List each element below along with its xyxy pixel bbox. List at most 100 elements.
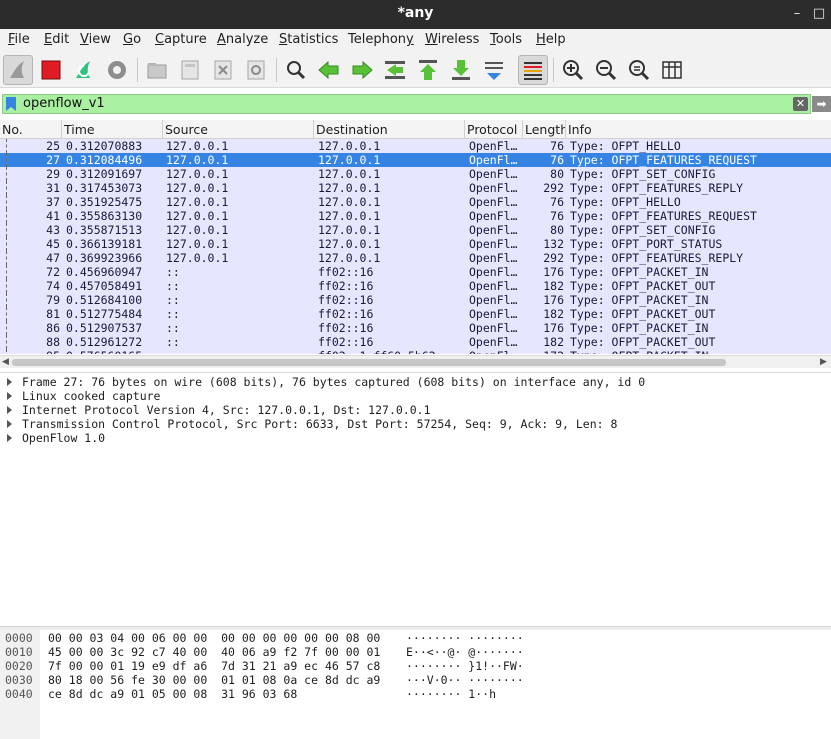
- column-header-destination[interactable]: Destination: [314, 120, 465, 139]
- save-file-icon[interactable]: [175, 55, 205, 85]
- minimize-button[interactable]: –: [787, 4, 807, 24]
- hex-dump-line[interactable]: 0020 7f 00 00 01 19 e9 df a6 7d 31 21 a9 …: [0, 659, 831, 673]
- table-row[interactable]: 95 0.576560165::ff02::1:ff60:5b62 OpenFl…1…: [0, 349, 831, 354]
- table-row[interactable]: 45 0.366139181 127.0.0.1 127.0.0.1 OpenFl… 13…: [0, 237, 831, 251]
- cell-destination: 127.0.0.1: [318, 223, 381, 237]
- scroll-right-icon[interactable]: ▶: [820, 356, 827, 368]
- colorize-icon[interactable]: [518, 55, 548, 85]
- cell-info: Type: OFPT_PACKET_IN: [570, 349, 830, 354]
- menu-view[interactable]: View: [80, 32, 111, 47]
- apply-filter-icon[interactable]: ➡: [812, 96, 831, 112]
- zoom-in-icon[interactable]: [558, 55, 588, 85]
- cell-source: 127.0.0.1: [166, 237, 229, 251]
- table-row[interactable]: 74 0.457058491:: ff02::16 OpenFl… 182 Type: O…: [0, 279, 831, 293]
- menu-edit[interactable]: Edit: [44, 32, 69, 47]
- resize-columns-icon[interactable]: [657, 55, 687, 85]
- hex-dump-line[interactable]: 0040 ce 8d dc a9 01 05 00 08 31 96 03 68 ·…: [0, 687, 831, 701]
- menu-file[interactable]: File: [8, 32, 30, 47]
- detail-tree-item[interactable]: OpenFlow 1.0: [0, 431, 831, 445]
- table-row[interactable]: 41 0.355863130 127.0.0.1 127.0.0.1 OpenFl… 76…: [0, 209, 831, 223]
- reload-file-icon[interactable]: [241, 55, 271, 85]
- cell-protocol: OpenFl…: [469, 349, 521, 354]
- packet-list-header: No. Time Source Destination Protocol Len…: [0, 120, 831, 139]
- window-title: *any: [397, 5, 434, 21]
- find-packet-icon[interactable]: [281, 55, 311, 85]
- table-row[interactable]: 37 0.351925475 127.0.0.1 127.0.0.1 OpenFl… 76…: [0, 195, 831, 209]
- restart-capture-icon[interactable]: [69, 55, 99, 85]
- cell-length: 172: [524, 349, 564, 354]
- expand-arrow-icon[interactable]: [7, 392, 12, 400]
- close-file-icon[interactable]: [208, 55, 238, 85]
- cell-no: 95: [0, 349, 60, 354]
- expand-arrow-icon[interactable]: [7, 420, 12, 428]
- table-row[interactable]: 43 0.355871513 127.0.0.1 127.0.0.1 OpenFl… 80…: [0, 223, 831, 237]
- scrollbar-thumb[interactable]: [12, 359, 726, 366]
- menu-go[interactable]: Go: [123, 32, 141, 47]
- go-first-icon[interactable]: [413, 55, 443, 85]
- menu-statistics[interactable]: Statistics: [279, 32, 338, 47]
- cell-source: 127.0.0.1: [166, 153, 229, 167]
- display-filter-input[interactable]: openflow_v1: [2, 94, 811, 114]
- table-row[interactable]: 31 0.317453073 127.0.0.1 127.0.0.1 OpenFl… 29…: [0, 181, 831, 195]
- go-to-packet-icon[interactable]: [380, 55, 410, 85]
- table-row[interactable]: 27 0.312084496 127.0.0.1 127.0.0.1 OpenFl… 76…: [0, 153, 831, 167]
- table-row[interactable]: 72 0.456960947:: ff02::16 OpenFl… 176 Type: O…: [0, 265, 831, 279]
- table-row[interactable]: 25 0.312070883 127.0.0.1 127.0.0.1 OpenFl… 76…: [0, 139, 831, 153]
- stop-capture-icon[interactable]: [36, 55, 66, 85]
- menu-capture[interactable]: Capture: [155, 32, 207, 47]
- capture-options-icon[interactable]: [102, 55, 132, 85]
- expand-arrow-icon[interactable]: [7, 406, 12, 414]
- horizontal-scrollbar[interactable]: ◀ ▶: [0, 355, 831, 368]
- table-row[interactable]: 81 0.512775484:: ff02::16 OpenFl… 182 Type: O…: [0, 307, 831, 321]
- table-row[interactable]: 88 0.512961272:: ff02::16 OpenFl… 182 Type: O…: [0, 335, 831, 349]
- column-header-protocol[interactable]: Protocol: [465, 120, 523, 139]
- menu-help[interactable]: Help: [536, 32, 566, 47]
- menu-bar: File Edit View Go Capture Analyze Statis…: [0, 29, 831, 52]
- hex-dump-line[interactable]: 0000 00 00 03 04 00 06 00 00 00 00 00 00 …: [0, 631, 831, 645]
- expand-arrow-icon[interactable]: [7, 378, 12, 386]
- column-header-length[interactable]: Length: [523, 120, 566, 139]
- column-header-source[interactable]: Source: [163, 120, 314, 139]
- hex-dump-line[interactable]: 0010 45 00 00 3c 92 c7 40 00 40 06 a9 f2 …: [0, 645, 831, 659]
- detail-tree-item[interactable]: Internet Protocol Version 4, Src: 127.0.…: [0, 403, 831, 417]
- table-row[interactable]: 29 0.312091697 127.0.0.1 127.0.0.1 OpenFl… 80…: [0, 167, 831, 181]
- detail-tree-item[interactable]: Frame 27: 76 bytes on wire (608 bits), 7…: [0, 375, 831, 389]
- menu-tools[interactable]: Tools: [490, 32, 522, 47]
- maximize-button[interactable]: □: [809, 4, 829, 24]
- detail-tree-item[interactable]: Transmission Control Protocol, Src Port:…: [0, 417, 831, 431]
- cell-info: Type: OFPT_HELLO: [570, 195, 681, 209]
- column-header-no[interactable]: No.: [0, 120, 62, 139]
- column-header-info[interactable]: Info: [566, 120, 831, 139]
- zoom-out-icon[interactable]: [591, 55, 621, 85]
- shark-fin-icon[interactable]: [3, 55, 33, 85]
- toolbar-separator: [553, 58, 554, 82]
- display-filter-bar: openflow_v1 ✕ ➡: [0, 93, 831, 115]
- cell-length: 76: [550, 153, 564, 167]
- cell-source: 127.0.0.1: [166, 251, 229, 265]
- detail-tree-item[interactable]: Linux cooked capture: [0, 389, 831, 403]
- go-last-icon[interactable]: [446, 55, 476, 85]
- hex-dump-line[interactable]: 0030 80 18 00 56 fe 30 00 00 01 01 08 0a …: [0, 673, 831, 687]
- cell-length: 80: [550, 167, 564, 181]
- expand-arrow-icon[interactable]: [7, 434, 12, 442]
- clear-filter-icon[interactable]: ✕: [793, 97, 808, 111]
- autoscroll-icon[interactable]: [479, 55, 509, 85]
- scroll-left-icon[interactable]: ◀: [2, 356, 9, 368]
- go-back-icon[interactable]: [314, 55, 344, 85]
- hex-bytes: ce 8d dc a9 01 05 00 08 31 96 03 68: [48, 687, 298, 701]
- table-row[interactable]: 79 0.512684100:: ff02::16 OpenFl… 176 Type: O…: [0, 293, 831, 307]
- column-header-time[interactable]: Time: [62, 120, 163, 139]
- bookmark-icon[interactable]: [6, 97, 16, 111]
- cell-source: 127.0.0.1: [166, 209, 229, 223]
- cell-no: 74: [46, 279, 60, 293]
- table-row[interactable]: 47 0.369923966 127.0.0.1 127.0.0.1 OpenFl… 29…: [0, 251, 831, 265]
- zoom-normal-icon[interactable]: [624, 55, 654, 85]
- open-file-icon[interactable]: [142, 55, 172, 85]
- go-forward-icon[interactable]: [347, 55, 377, 85]
- table-row[interactable]: 86 0.512907537:: ff02::16 OpenFl… 176 Type: O…: [0, 321, 831, 335]
- menu-telephony[interactable]: Telephony: [348, 32, 414, 47]
- menu-wireless[interactable]: Wireless: [425, 32, 479, 47]
- menu-analyze[interactable]: Analyze: [217, 32, 268, 47]
- cell-time: 0.457058491: [66, 279, 143, 293]
- packet-rows: 25 0.312070883 127.0.0.1 127.0.0.1 OpenFl… 76…: [0, 139, 831, 354]
